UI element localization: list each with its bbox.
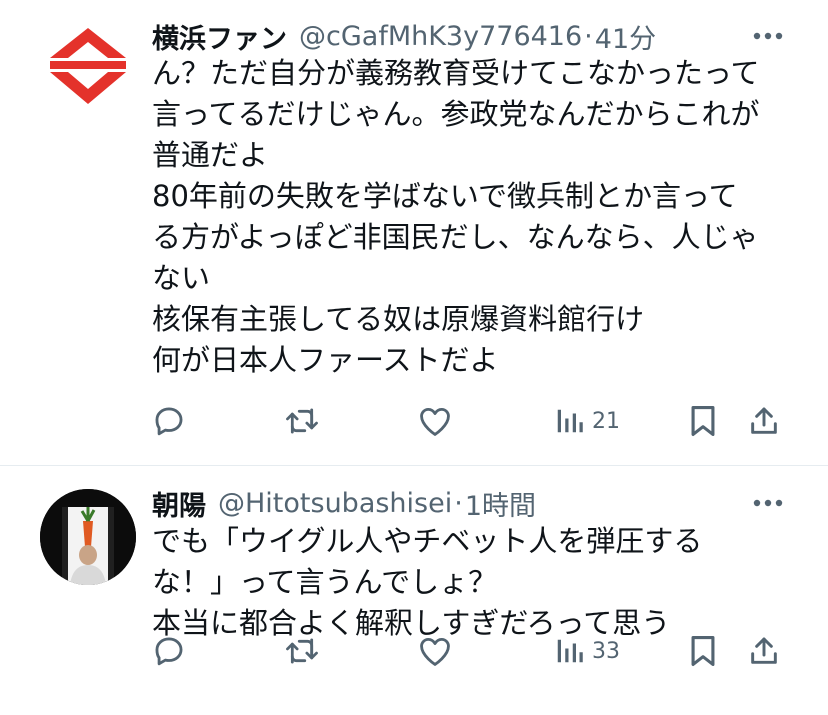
avatar[interactable] — [40, 489, 136, 585]
separator: · — [584, 20, 593, 52]
reply-icon — [155, 407, 183, 436]
tweet-text-line: 核保有主張してる奴は原爆資料館行け — [152, 302, 645, 336]
views-button[interactable]: 33 — [554, 629, 620, 673]
reply-button[interactable] — [152, 629, 186, 673]
retweet-icon — [286, 408, 318, 434]
tweet-text-line: る方がよっぽど非国民だし、なんなら、人じゃ — [152, 220, 759, 254]
tweet-text-line: 普通だよ — [152, 138, 269, 172]
share-button[interactable] — [748, 629, 780, 673]
bookmark-icon — [691, 635, 715, 667]
display-name[interactable]: 朝陽 — [152, 484, 206, 523]
more-button[interactable] — [748, 483, 788, 523]
tweet-text-line: でも「ウイグル人やチベット人を弾圧する — [152, 524, 703, 558]
like-icon — [420, 407, 450, 436]
tweet-text-line: ない — [152, 261, 211, 295]
action-bar: 33 — [152, 629, 784, 673]
more-icon — [753, 499, 783, 507]
avatar[interactable] — [40, 18, 136, 114]
timestamp[interactable]: 1時間 — [465, 484, 536, 523]
views-button[interactable]: 21 — [554, 399, 620, 443]
like-button[interactable] — [418, 399, 452, 443]
bookmark-button[interactable] — [688, 629, 718, 673]
more-icon — [753, 32, 783, 40]
separator: · — [454, 487, 463, 519]
retweet-icon — [286, 638, 318, 664]
timestamp[interactable]: 41分 — [595, 17, 656, 56]
bookmark-button[interactable] — [688, 399, 718, 443]
views-icon — [557, 639, 583, 663]
tweet[interactable]: 横浜ファン @cGafMhK3y776416 · 41分 ん？ただ自分が義務教育… — [0, 0, 828, 466]
tweet-text-line: な！」って言うんでしょ？ — [152, 565, 498, 599]
tweet-header: 横浜ファン @cGafMhK3y776416 · 41分 — [152, 16, 656, 56]
reply-button[interactable] — [152, 399, 186, 443]
action-bar: 21 — [152, 399, 784, 443]
tweet-text-line: 80年前の失敗を学ばないで徴兵制とか言って — [152, 179, 738, 213]
view-count: 33 — [592, 638, 620, 664]
share-icon — [751, 637, 777, 664]
tweet-header: 朝陽 @Hitotsubashisei · 1時間 — [152, 483, 536, 523]
display-name[interactable]: 横浜ファン — [152, 17, 287, 56]
tweet-text-line: 言ってるだけじゃん。参政党なんだからこれが — [152, 97, 760, 131]
view-count: 21 — [592, 408, 620, 434]
tweet[interactable]: 朝陽 @Hitotsubashisei · 1時間 でも「ウイグル人やチベット人… — [0, 466, 828, 715]
share-button[interactable] — [748, 399, 780, 443]
bookmark-icon — [691, 405, 715, 437]
user-handle[interactable]: @Hitotsubashisei — [218, 488, 452, 519]
more-button[interactable] — [748, 16, 788, 56]
views-icon — [557, 409, 583, 433]
reply-icon — [155, 637, 183, 666]
retweet-button[interactable] — [284, 629, 320, 673]
tweet-text: ん？ただ自分が義務教育受けてこなかったって 言ってるだけじゃん。参政党なんだから… — [152, 53, 798, 381]
tweet-text: でも「ウイグル人やチベット人を弾圧する な！」って言うんでしょ？ 本当に都合よく… — [152, 521, 798, 644]
person-photo-icon — [40, 489, 136, 585]
like-icon — [420, 637, 450, 666]
user-handle[interactable]: @cGafMhK3y776416 — [299, 21, 582, 52]
red-diamond-logo-icon — [40, 18, 136, 114]
retweet-button[interactable] — [284, 399, 320, 443]
share-icon — [751, 407, 777, 434]
tweet-text-line: 何が日本人ファーストだよ — [152, 343, 499, 377]
like-button[interactable] — [418, 629, 452, 673]
tweet-text-line: ん？ただ自分が義務教育受けてこなかったって — [152, 56, 760, 90]
